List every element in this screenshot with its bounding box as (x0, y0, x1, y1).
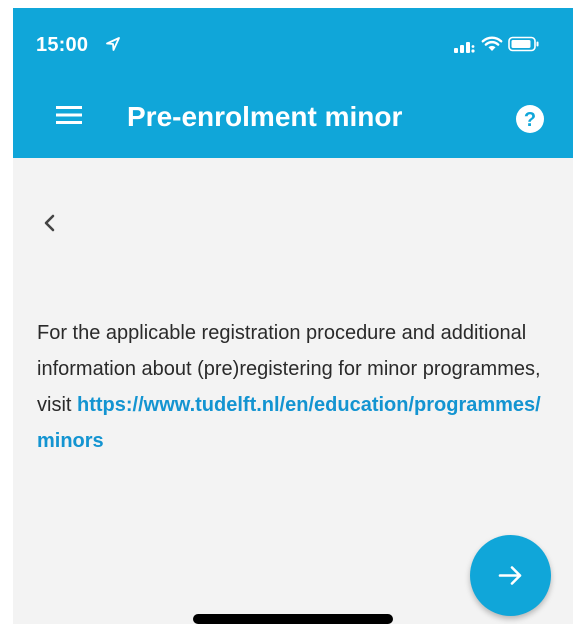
app-screen: 15:00 Pre-enrolment minor ? For the appl… (13, 8, 573, 624)
page-title: Pre-enrolment minor (127, 101, 403, 132)
wifi-icon (481, 36, 503, 51)
location-arrow-icon (106, 37, 120, 51)
hamburger-menu-icon[interactable] (56, 104, 82, 126)
info-text: For the applicable registration procedur… (37, 315, 557, 459)
home-indicator (193, 614, 393, 624)
help-icon[interactable]: ? (513, 102, 547, 136)
signal-icon (454, 42, 475, 53)
app-header: 15:00 Pre-enrolment minor ? (13, 8, 573, 158)
visit-prefix: visit (37, 394, 77, 416)
chevron-left-icon[interactable] (35, 208, 65, 238)
svg-text:?: ? (524, 109, 536, 131)
arrow-right-icon (498, 566, 522, 585)
next-button[interactable] (470, 535, 551, 616)
minors-link[interactable]: https://www.tudelft.nl/en/education/prog… (37, 394, 541, 452)
status-time: 15:00 (36, 34, 89, 56)
info-paragraph: For the applicable registration procedur… (37, 322, 541, 380)
battery-icon (508, 36, 539, 52)
